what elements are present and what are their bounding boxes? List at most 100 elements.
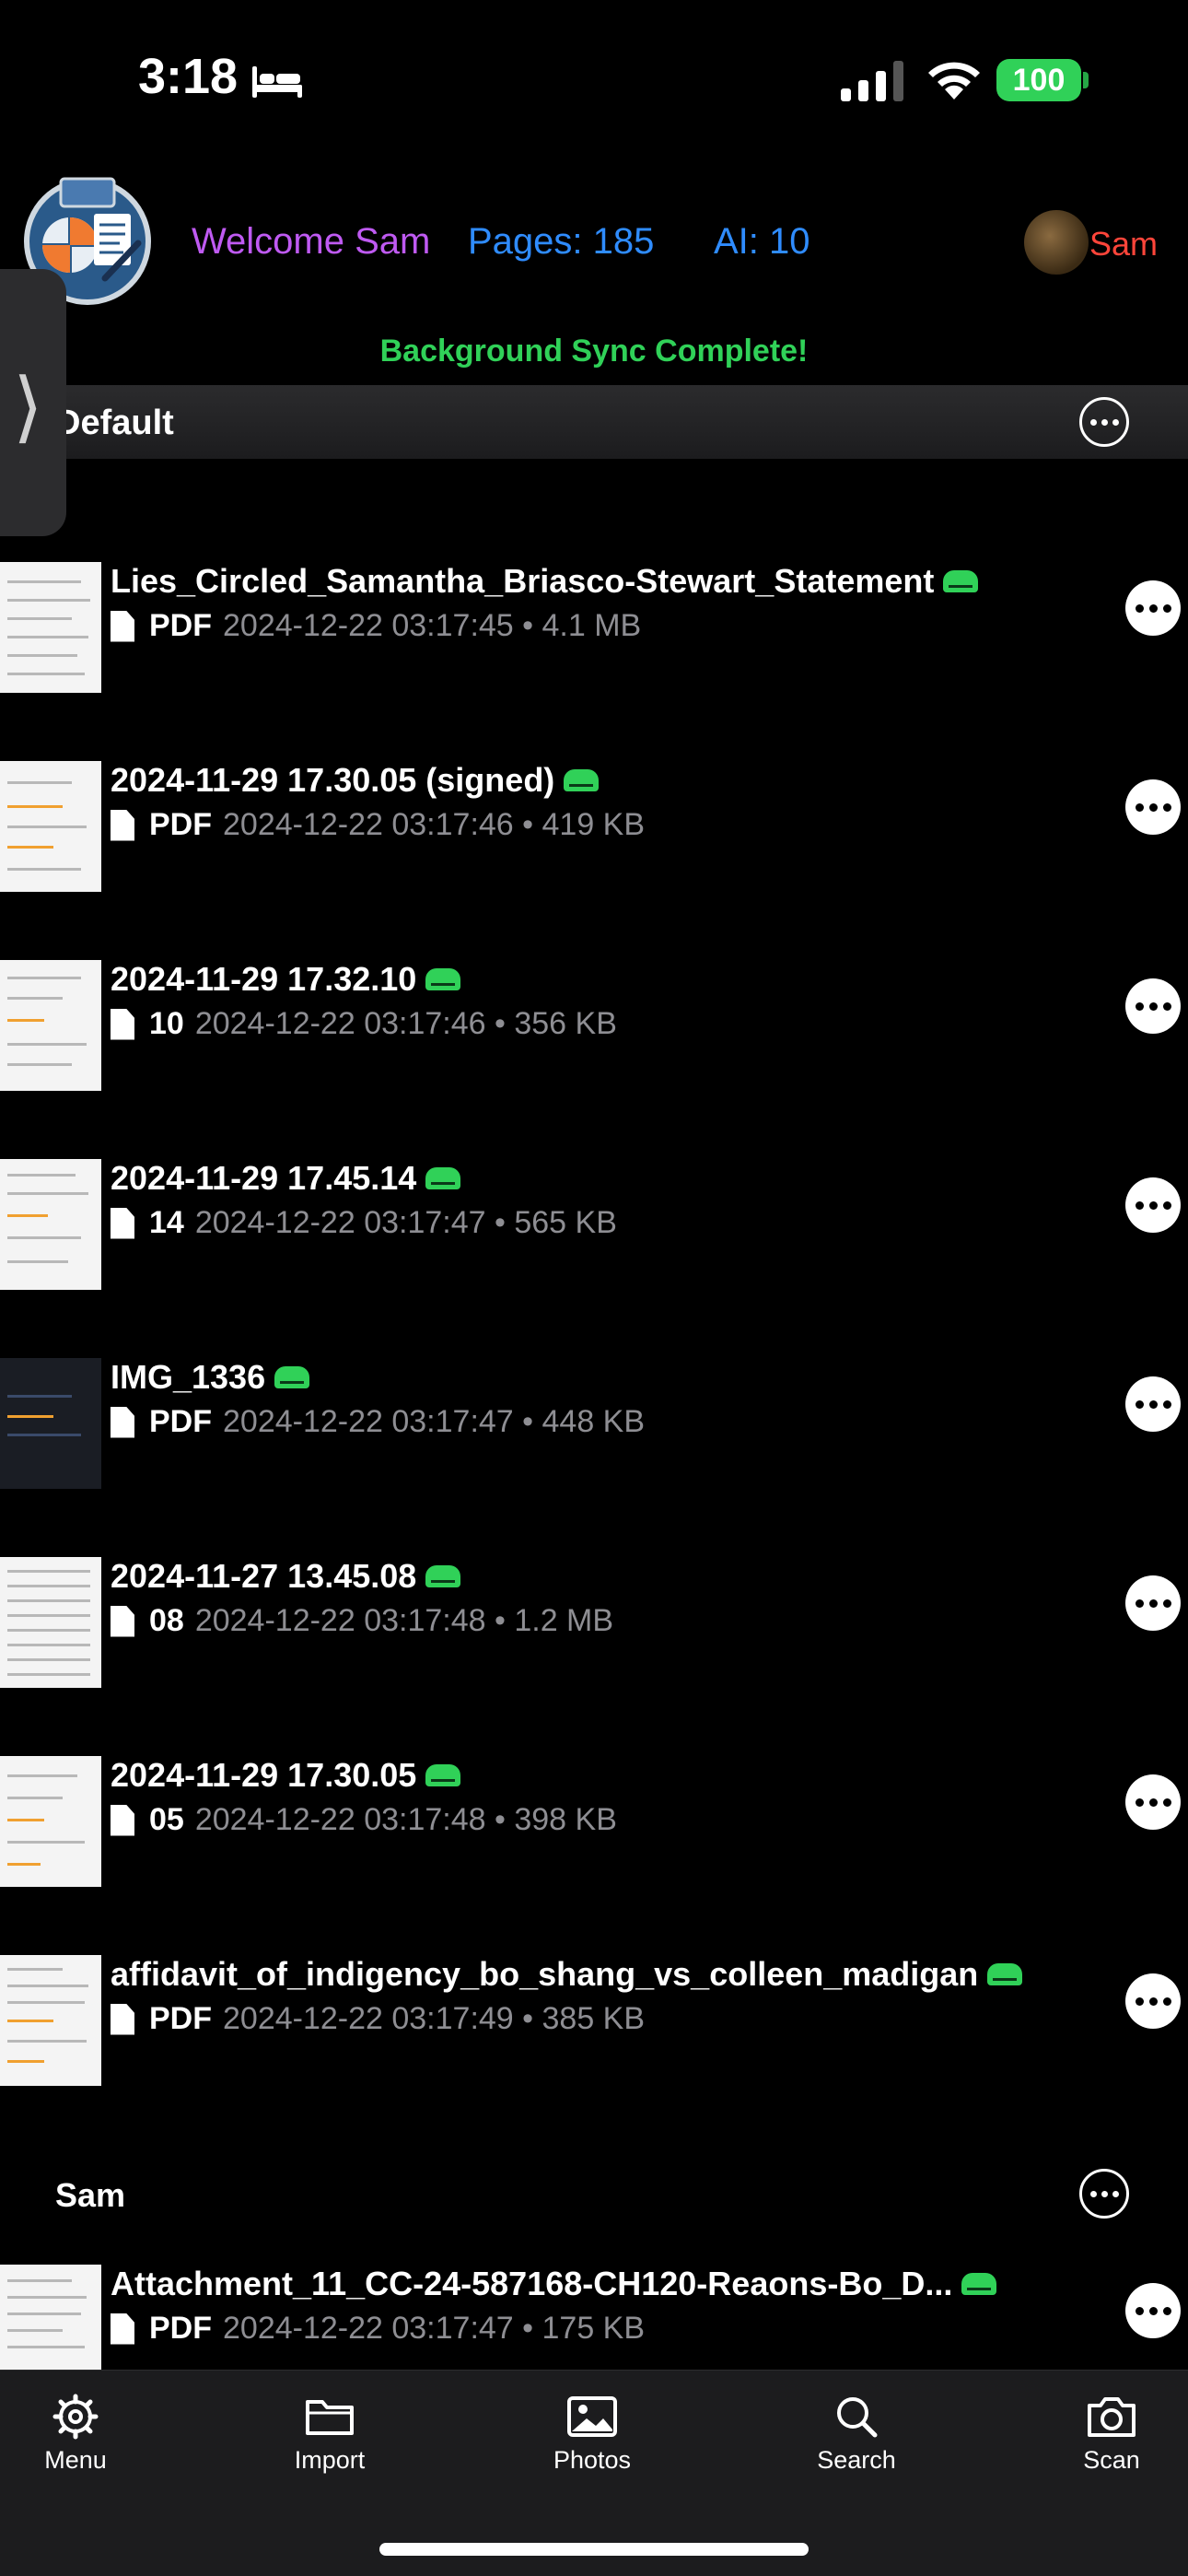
status-time: 3:18 [138, 49, 239, 104]
document-icon [111, 1804, 134, 1836]
file-type: PDF [149, 1404, 212, 1439]
file-thumbnail [0, 1358, 101, 1489]
section-more-button[interactable] [1079, 2169, 1129, 2219]
file-type: 10 [149, 1006, 184, 1041]
file-meta: PDF 2024-12-22 03:17:49 • 385 KB [111, 2001, 645, 2037]
sidebar-drawer-toggle[interactable]: ⟩ [0, 269, 66, 536]
tab-label: Search [817, 2446, 896, 2474]
file-more-button[interactable] [1125, 1774, 1181, 1830]
tab-menu[interactable]: Menu [2, 2393, 149, 2475]
file-more-button[interactable] [1125, 1376, 1181, 1432]
file-name: Lies_Circled_Samantha_Briasco-Stewart_St… [111, 562, 979, 601]
document-icon [111, 1605, 134, 1637]
file-row[interactable]: 2024-11-27 13.45.08 08 2024-12-22 03:17:4… [0, 1557, 1188, 1695]
document-icon [111, 1207, 134, 1239]
file-more-button[interactable] [1125, 2283, 1181, 2338]
file-name: 2024-11-29 17.30.05 (signed) [111, 761, 600, 800]
document-icon [111, 2313, 134, 2345]
tab-label: Scan [1083, 2446, 1140, 2474]
file-date-size: 2024-12-22 03:17:47 • 448 KB [223, 1404, 646, 1439]
file-more-button[interactable] [1125, 779, 1181, 835]
gear-icon [52, 2394, 99, 2440]
section-title-sam[interactable]: Sam [55, 2176, 125, 2215]
file-date-size: 2024-12-22 03:17:45 • 4.1 MB [223, 608, 642, 643]
file-more-button[interactable] [1125, 1177, 1181, 1233]
file-date-size: 2024-12-22 03:17:46 • 356 KB [194, 1006, 617, 1041]
file-name: 2024-11-29 17.30.05 [111, 1756, 461, 1795]
file-thumbnail [0, 960, 101, 1091]
file-meta: PDF 2024-12-22 03:17:47 • 448 KB [111, 1404, 645, 1440]
file-thumbnail [0, 1159, 101, 1290]
file-thumbnail [0, 1955, 101, 2086]
section-title: Default [55, 404, 174, 442]
sync-status: Background Sync Complete! [379, 334, 809, 369]
tab-photos[interactable]: Photos [518, 2393, 666, 2475]
battery-indicator: 100 [996, 59, 1081, 101]
ai-credits: AI: 10 [714, 221, 810, 262]
wifi-icon [928, 62, 980, 100]
file-name: Attachment_11_CC-24-587168-CH120-Reaons-… [111, 2265, 997, 2303]
section-more-button[interactable] [1079, 397, 1129, 447]
file-meta: 05 2024-12-22 03:17:48 • 398 KB [111, 1802, 617, 1838]
file-meta: PDF 2024-12-22 03:17:47 • 175 KB [111, 2311, 645, 2347]
file-thumbnail [0, 761, 101, 892]
file-date-size: 2024-12-22 03:17:47 • 175 KB [223, 2311, 646, 2346]
file-thumbnail [0, 1756, 101, 1887]
cloud-synced-icon [425, 1565, 461, 1587]
user-name[interactable]: Sam [1089, 225, 1158, 263]
file-type: PDF [149, 2001, 212, 2036]
tab-import[interactable]: Import [256, 2393, 403, 2475]
cloud-synced-icon [987, 1963, 1023, 1985]
battery-nub [1083, 72, 1089, 88]
file-type: 08 [149, 1603, 184, 1638]
file-thumbnail [0, 1557, 101, 1688]
file-date-size: 2024-12-22 03:17:47 • 565 KB [194, 1205, 617, 1240]
file-type: PDF [149, 2311, 212, 2346]
file-row[interactable]: 2024-11-29 17.45.14 14 2024-12-22 03:17:4… [0, 1159, 1188, 1297]
tab-scan[interactable]: Scan [1038, 2393, 1185, 2475]
tab-search[interactable]: Search [783, 2393, 930, 2475]
file-row[interactable]: affidavit_of_indigency_bo_shang_vs_colle… [0, 1955, 1188, 2093]
document-icon [111, 610, 134, 642]
file-date-size: 2024-12-22 03:17:48 • 1.2 MB [194, 1603, 614, 1638]
file-date-size: 2024-12-22 03:17:48 • 398 KB [194, 1802, 617, 1837]
chevron-right-icon: ⟩ [13, 363, 43, 450]
cellular-signal-icon [841, 61, 903, 101]
file-more-button[interactable] [1125, 978, 1181, 1034]
cloud-synced-icon [425, 1167, 461, 1189]
file-row[interactable]: 2024-11-29 17.32.10 10 2024-12-22 03:17:4… [0, 960, 1188, 1098]
file-type: PDF [149, 608, 212, 643]
document-icon [111, 809, 134, 841]
file-type: PDF [149, 807, 212, 842]
file-row[interactable]: IMG_1336 PDF 2024-12-22 03:17:47 • 448 KB [0, 1358, 1188, 1496]
file-more-button[interactable] [1125, 580, 1181, 636]
file-meta: PDF 2024-12-22 03:17:46 • 419 KB [111, 807, 645, 843]
home-indicator[interactable] [379, 2543, 809, 2556]
file-row[interactable]: 2024-11-29 17.30.05 05 2024-12-22 03:17:4… [0, 1756, 1188, 1894]
file-date-size: 2024-12-22 03:17:46 • 419 KB [223, 807, 646, 842]
document-icon [111, 2003, 134, 2035]
cloud-synced-icon [274, 1366, 310, 1388]
search-icon [837, 2397, 878, 2438]
cloud-synced-icon [564, 769, 600, 791]
document-icon [111, 1406, 134, 1438]
section-header-default[interactable]: Default [0, 385, 1188, 459]
camera-icon [1088, 2397, 1136, 2437]
cloud-synced-icon [425, 968, 461, 990]
user-avatar[interactable] [1024, 210, 1089, 275]
cloud-synced-icon [961, 2273, 997, 2295]
file-meta: PDF 2024-12-22 03:17:45 • 4.1 MB [111, 608, 641, 644]
cloud-synced-icon [943, 570, 979, 592]
photo-icon [567, 2396, 617, 2437]
file-meta: 14 2024-12-22 03:17:47 • 565 KB [111, 1205, 617, 1241]
pages-count: Pages: 185 [468, 221, 655, 262]
file-more-button[interactable] [1125, 1973, 1181, 2029]
file-meta: 10 2024-12-22 03:17:46 • 356 KB [111, 1006, 617, 1042]
file-type: 05 [149, 1802, 184, 1837]
file-row[interactable]: Lies_Circled_Samantha_Briasco-Stewart_St… [0, 562, 1188, 700]
sleep-focus-icon [252, 66, 302, 98]
file-more-button[interactable] [1125, 1575, 1181, 1631]
file-meta: 08 2024-12-22 03:17:48 • 1.2 MB [111, 1603, 613, 1639]
file-name: 2024-11-29 17.32.10 [111, 960, 461, 999]
file-row[interactable]: 2024-11-29 17.30.05 (signed) PDF 2024-12-… [0, 761, 1188, 899]
